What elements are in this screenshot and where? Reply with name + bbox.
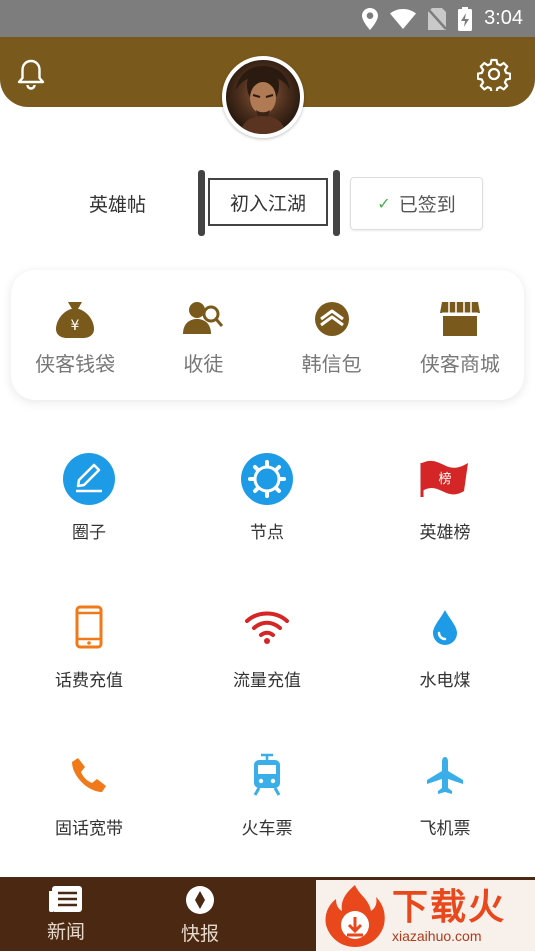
bell-icon[interactable]	[14, 57, 48, 91]
avatar[interactable]	[222, 56, 304, 138]
signed-in-button[interactable]: ✓ 已签到	[350, 177, 483, 230]
train-icon	[253, 753, 281, 796]
quick-action-label: 收徒	[183, 352, 224, 376]
check-icon: ✓	[377, 194, 391, 213]
avatar-portrait-icon	[236, 66, 290, 134]
signed-in-label: 已签到	[398, 194, 456, 216]
quick-action-label: 侠客商城	[419, 352, 500, 376]
battery-charging-icon	[458, 6, 473, 31]
rank-scroll: 初入江湖	[198, 170, 340, 236]
compass-icon	[186, 886, 214, 914]
svg-text:榜: 榜	[438, 471, 451, 487]
svg-text:¥: ¥	[71, 318, 80, 334]
service-label: 火车票	[241, 819, 293, 839]
wallet-icon	[314, 302, 349, 336]
no-sim-icon	[428, 7, 447, 30]
service-label: 流量充值	[233, 671, 301, 691]
gear-icon[interactable]	[477, 57, 511, 91]
service-label: 固话宽带	[55, 819, 123, 839]
watermark-title: 下载火	[392, 886, 507, 928]
phone-icon	[75, 605, 103, 649]
services-grid: 圈子 节点 榜 英雄榜 话费充值 流量充值 水电煤 固话宽带 火车票 飞机票	[0, 440, 535, 884]
status-bar: 3:04	[0, 0, 535, 37]
location-icon	[362, 7, 379, 30]
rank-title: 初入江湖	[208, 178, 328, 226]
airplane-icon	[427, 757, 463, 794]
service-hero-rank[interactable]: 榜 英雄榜	[356, 440, 534, 588]
watermark-subtitle: xiazaihuo.com	[392, 927, 482, 944]
service-label: 飞机票	[419, 819, 471, 839]
wifi-icon	[390, 8, 417, 29]
gear-circle-icon	[241, 453, 293, 505]
quick-action-label: 韩信包	[301, 352, 362, 376]
service-train-ticket[interactable]: 火车票	[178, 736, 356, 884]
service-label: 圈子	[72, 523, 106, 543]
hero-post-label: 英雄帖	[89, 194, 147, 216]
service-node[interactable]: 节点	[178, 440, 356, 588]
service-label: 节点	[250, 523, 284, 543]
nav-label: 新闻	[46, 921, 85, 943]
service-circle[interactable]: 圈子	[0, 440, 178, 588]
service-utilities[interactable]: 水电煤	[356, 588, 534, 736]
quick-action-label: 侠客钱袋	[35, 352, 116, 376]
service-label: 英雄榜	[419, 523, 471, 543]
service-landline[interactable]: 固话宽带	[0, 736, 178, 884]
quick-action-apprentice[interactable]: 收徒	[139, 270, 267, 400]
service-label: 水电煤	[419, 671, 471, 691]
water-drop-icon	[433, 610, 457, 645]
nav-news[interactable]: 新闻	[31, 885, 101, 944]
service-label: 话费充值	[55, 671, 123, 691]
flag-icon: 榜	[420, 460, 468, 497]
rank-row: 英雄帖 初入江湖 ✓ 已签到	[0, 168, 535, 238]
watermark: 下载火 xiazaihuo.com	[316, 880, 535, 951]
service-data-topup[interactable]: 流量充值	[178, 588, 356, 736]
money-bag-icon: ¥	[56, 302, 95, 338]
status-time: 3:04	[484, 7, 523, 29]
news-icon	[49, 886, 82, 912]
quick-action-wallet[interactable]: 韩信包	[268, 270, 396, 400]
quick-action-shop[interactable]: 侠客商城	[396, 270, 524, 400]
telephone-icon	[72, 758, 106, 792]
shop-icon	[439, 302, 480, 336]
service-flight-ticket[interactable]: 飞机票	[356, 736, 534, 884]
nav-label: 快报	[180, 923, 219, 945]
pencil-circle-icon	[63, 453, 115, 505]
wifi-signal-icon	[245, 611, 289, 644]
quick-action-money-bag[interactable]: ¥ 侠客钱袋	[11, 270, 139, 400]
flame-logo-icon	[325, 884, 385, 947]
service-phone-topup[interactable]: 话费充值	[0, 588, 178, 736]
quick-actions-card: ¥ 侠客钱袋 收徒 韩信包 侠客商城	[11, 270, 524, 400]
nav-flash[interactable]: 快报	[165, 885, 235, 946]
apprentice-icon	[183, 302, 224, 334]
